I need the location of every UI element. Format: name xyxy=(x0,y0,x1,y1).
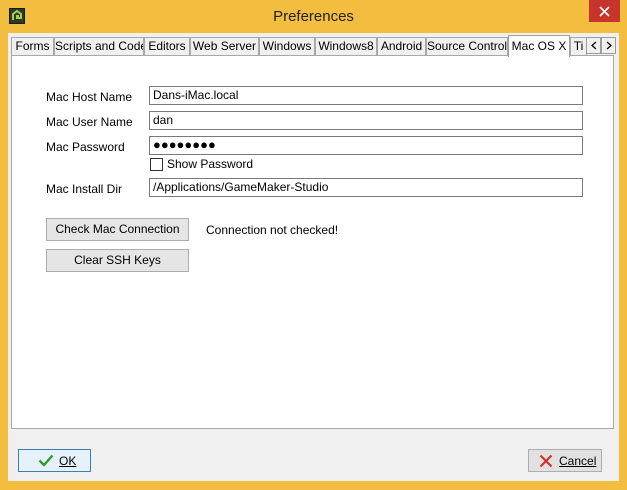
mac-os-x-panel: Mac Host Name Dans-iMac.local Mac User N… xyxy=(11,55,614,429)
tab-android[interactable]: Android xyxy=(377,37,426,55)
tab-label: Mac OS X xyxy=(511,39,567,53)
mac-host-name-label: Mac Host Name xyxy=(46,90,133,104)
tab-scripts-and-code[interactable]: Scripts and Code xyxy=(54,37,144,55)
cancel-button[interactable]: Cancel xyxy=(528,449,602,472)
tab-scroll-left-button[interactable] xyxy=(586,37,601,54)
mac-user-name-input[interactable]: dan xyxy=(149,111,583,130)
check-mac-connection-button[interactable]: Check Mac Connection xyxy=(46,218,189,241)
mac-install-dir-input[interactable]: /Applications/GameMaker-Studio xyxy=(149,178,583,197)
tab-label: Windows xyxy=(262,39,312,53)
tab-label: Windows8 xyxy=(318,39,374,53)
tab-windows[interactable]: Windows xyxy=(259,37,315,55)
mac-host-name-input[interactable]: Dans-iMac.local xyxy=(149,86,583,105)
tab-scroll-right-button[interactable] xyxy=(601,37,616,54)
dialog-client-area: Forms Scripts and Code Editors Web Serve… xyxy=(8,33,619,481)
x-icon xyxy=(539,454,553,468)
title-bar[interactable]: Preferences xyxy=(0,0,627,33)
tab-label: Scripts and Code xyxy=(55,39,144,53)
preferences-window: Preferences Forms Scripts and Code Edito… xyxy=(0,0,627,490)
tab-label: Android xyxy=(380,39,423,53)
connection-status-text: Connection not checked! xyxy=(206,223,339,237)
show-password-checkbox[interactable] xyxy=(150,158,163,171)
tab-label: Forms xyxy=(15,39,50,53)
tab-label: Ti xyxy=(573,39,584,53)
mac-install-dir-label: Mac Install Dir xyxy=(46,182,123,196)
window-title: Preferences xyxy=(273,8,354,25)
mac-password-input[interactable]: ●●●●●●●● xyxy=(149,136,583,155)
chevron-left-icon xyxy=(591,41,597,50)
tab-truncated[interactable]: Ti xyxy=(570,37,587,55)
tab-source-control[interactable]: Source Control xyxy=(426,37,508,55)
ok-button[interactable]: OK xyxy=(18,449,91,472)
mac-password-label: Mac Password xyxy=(46,140,125,154)
tab-label: Source Control xyxy=(427,39,508,53)
tab-label: Web Server xyxy=(192,39,257,53)
clear-ssh-keys-button[interactable]: Clear SSH Keys xyxy=(46,249,189,272)
close-icon xyxy=(599,6,610,17)
mac-user-name-label: Mac User Name xyxy=(46,115,133,129)
tab-strip: Forms Scripts and Code Editors Web Serve… xyxy=(11,35,616,57)
tab-editors[interactable]: Editors xyxy=(144,37,190,55)
chevron-right-icon xyxy=(606,41,612,50)
show-password-label: Show Password xyxy=(167,157,254,171)
ok-label: OK xyxy=(59,454,77,468)
checkmark-icon xyxy=(38,454,54,467)
tab-windows8[interactable]: Windows8 xyxy=(315,37,377,55)
close-button[interactable] xyxy=(589,0,620,22)
tab-mac-os-x[interactable]: Mac OS X xyxy=(508,35,570,57)
tab-forms[interactable]: Forms xyxy=(11,37,54,55)
tab-web-server[interactable]: Web Server xyxy=(190,37,259,55)
tab-label: Editors xyxy=(148,39,186,53)
cancel-label: Cancel xyxy=(559,454,597,468)
